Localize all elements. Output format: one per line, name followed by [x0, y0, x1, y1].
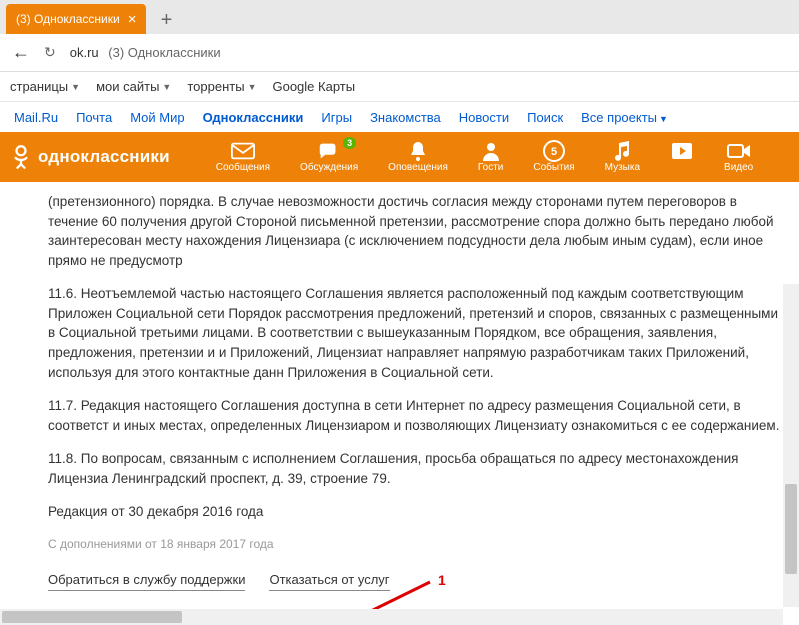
- addendum-date: С дополнениями от 18 января 2017 года: [48, 536, 785, 553]
- close-icon[interactable]: ×: [128, 12, 137, 27]
- notifications-icon: [406, 141, 430, 161]
- horizontal-scrollbar[interactable]: [0, 609, 783, 625]
- header-events[interactable]: 5 События: [533, 141, 574, 173]
- bookmark-item[interactable]: торренты▼: [187, 79, 256, 94]
- video1-icon: [670, 141, 694, 161]
- content-area: (претензионного) порядка. В случае невоз…: [0, 182, 799, 601]
- browser-tab-bar: (3) Одноклассники × +: [0, 0, 799, 34]
- ok-header: одноклассники СообщенияОбсуждения3Оповещ…: [0, 132, 799, 182]
- new-tab-button[interactable]: +: [152, 6, 180, 34]
- agreement-paragraph: 11.6. Неотъемлемой частью настоящего Сог…: [48, 284, 785, 382]
- tab-title: (3) Одноклассники: [16, 12, 120, 26]
- reload-button[interactable]: ↻: [44, 44, 56, 61]
- messages-icon: [231, 141, 255, 161]
- header-item-label: Сообщения: [216, 162, 270, 173]
- url-title: (3) Одноклассники: [108, 45, 220, 60]
- svg-text:5: 5: [551, 146, 557, 158]
- events-icon: 5: [542, 141, 566, 161]
- header-notifications[interactable]: Оповещения: [388, 141, 448, 173]
- portal-link-почта[interactable]: Почта: [76, 110, 112, 125]
- music-icon: [610, 141, 634, 161]
- bookmarks-bar: страницы▼ мои сайты▼ торренты▼ Google Карты: [0, 72, 799, 102]
- header-item-label: Гости: [478, 162, 503, 173]
- caret-down-icon: ▼: [248, 82, 257, 92]
- header-item-label: Видео: [724, 162, 753, 173]
- portal-link-поиск[interactable]: Поиск: [527, 110, 563, 125]
- revision-date: Редакция от 30 декабря 2016 года: [48, 502, 785, 522]
- header-messages[interactable]: Сообщения: [216, 141, 270, 173]
- footer-links: Обратиться в службу поддержки Отказаться…: [48, 571, 785, 591]
- header-nav: Сообщения Обсуждения3 Оповещения Гости 5 Собы…: [216, 141, 753, 173]
- address-bar: ← ↻ ok.ru (3) Одноклассники: [0, 34, 799, 72]
- contact-support-link[interactable]: Обратиться в службу поддержки: [48, 571, 245, 591]
- portal-link-одноклассники[interactable]: Одноклассники: [203, 110, 304, 125]
- ok-logo-icon: [10, 143, 32, 171]
- page-viewport: Mail.Ru Почта Мой Мир Одноклассники Игры Знак…: [0, 102, 799, 625]
- header-music[interactable]: Музыка: [605, 141, 640, 173]
- browser-tab[interactable]: (3) Одноклассники ×: [6, 4, 146, 34]
- caret-down-icon: ▼: [71, 82, 80, 92]
- portal-link-знакомства[interactable]: Знакомства: [370, 110, 441, 125]
- ok-logo[interactable]: одноклассники: [10, 143, 170, 171]
- header-item-label: Обсуждения: [300, 162, 358, 173]
- vertical-scrollbar[interactable]: [783, 284, 799, 607]
- portal-link-игры[interactable]: Игры: [321, 110, 352, 125]
- bookmark-item[interactable]: Google Карты: [272, 79, 355, 94]
- agreement-paragraph: (претензионного) порядка. В случае невоз…: [48, 192, 785, 270]
- annotation-label: 1: [438, 572, 446, 588]
- bookmark-item[interactable]: мои сайты▼: [96, 79, 171, 94]
- caret-down-icon: ▼: [162, 82, 171, 92]
- header-item-label: Оповещения: [388, 162, 448, 173]
- agreement-paragraph: 11.7. Редакция настоящего Соглашения дос…: [48, 396, 785, 435]
- header-video2[interactable]: Видео: [724, 141, 753, 173]
- back-button[interactable]: ←: [12, 42, 30, 63]
- header-guests[interactable]: Гости: [478, 141, 503, 173]
- ok-logo-text: одноклассники: [38, 147, 170, 167]
- mailru-portal-bar: Mail.Ru Почта Мой Мир Одноклассники Игры Знак…: [0, 102, 799, 132]
- url-host: ok.ru: [70, 45, 99, 60]
- discussions-icon: [317, 141, 341, 161]
- portal-link-mail.ru[interactable]: Mail.Ru: [14, 110, 58, 125]
- refuse-services-link[interactable]: Отказаться от услуг: [269, 571, 389, 591]
- header-item-label: Музыка: [605, 162, 640, 173]
- header-item-label: События: [533, 162, 574, 173]
- portal-link-новости[interactable]: Новости: [459, 110, 509, 125]
- agreement-paragraph: 11.8. По вопросам, связанным с исполнени…: [48, 449, 785, 488]
- portal-link-все проекты[interactable]: Все проекты▼: [581, 110, 668, 125]
- header-discussions[interactable]: Обсуждения3: [300, 141, 358, 173]
- badge: 3: [343, 137, 356, 149]
- portal-link-мой мир[interactable]: Мой Мир: [130, 110, 184, 125]
- caret-down-icon: ▼: [659, 114, 668, 124]
- address-field[interactable]: ok.ru (3) Одноклассники: [70, 45, 221, 60]
- scrollbar-thumb[interactable]: [2, 611, 182, 623]
- video2-icon: [727, 141, 751, 161]
- scrollbar-thumb[interactable]: [785, 484, 797, 574]
- guests-icon: [479, 141, 503, 161]
- bookmark-item[interactable]: страницы▼: [10, 79, 80, 94]
- header-video1[interactable]: [670, 141, 694, 173]
